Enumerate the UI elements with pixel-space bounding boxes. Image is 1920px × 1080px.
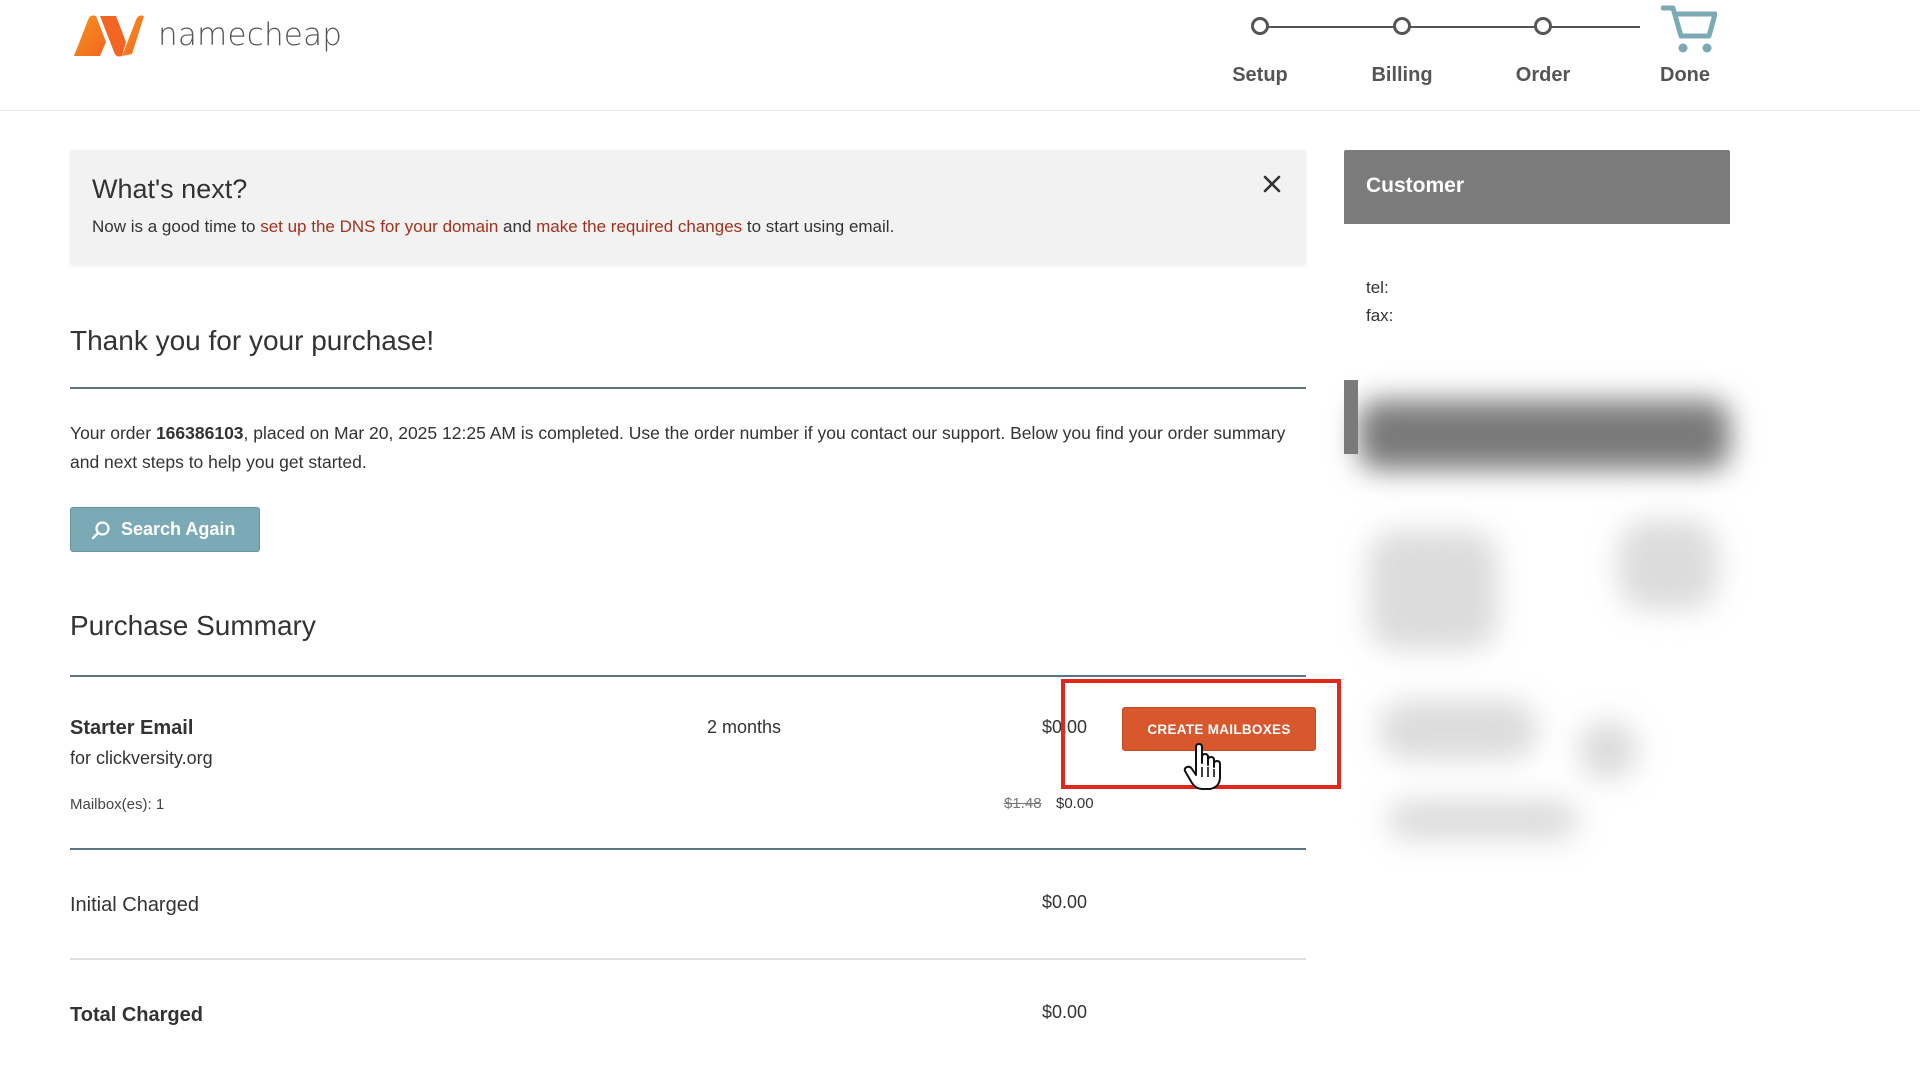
blurred-block (1618, 520, 1718, 610)
step-dot (1393, 17, 1411, 35)
close-icon[interactable] (1260, 172, 1284, 196)
blurred-block (1368, 530, 1498, 650)
logo-text: namecheap (158, 17, 343, 53)
step-label: Order (1515, 64, 1571, 86)
blurred-block (1578, 720, 1638, 780)
cart-icon (1661, 5, 1717, 53)
blurred-block (1388, 800, 1578, 840)
namecheap-logo-icon (74, 15, 144, 57)
search-again-label: Search Again (121, 519, 236, 539)
thank-you-heading: Thank you for your purchase! (70, 325, 1306, 389)
customer-details: tel: fax: (1344, 224, 1730, 350)
order-number: 166386103 (155, 423, 244, 443)
total-charged-label: Total Charged (70, 1004, 203, 1026)
item-mailbox-count: Mailbox(es): 1 (70, 796, 165, 813)
whats-next-text: Now is a good time to set up the DNS for… (92, 217, 1284, 237)
order-confirmation-text: Your order 166386103, placed on Mar 20, … (70, 419, 1306, 477)
item-price: $0.00 (1042, 717, 1088, 737)
item-new-price: $0.00 (1056, 795, 1094, 812)
initial-charged-value: $0.00 (1042, 892, 1088, 912)
whats-next-text-3: to start using email. (742, 217, 895, 236)
whats-next-text-2: and (498, 217, 537, 236)
namecheap-logo[interactable]: namecheap (70, 12, 342, 58)
customer-title: Customer (1344, 150, 1730, 224)
item-old-price: $1.48 (1004, 795, 1042, 812)
item-name: Starter Email (70, 717, 194, 739)
search-again-button[interactable]: Search Again (70, 507, 260, 552)
step-label: Setup (1232, 64, 1288, 86)
checkout-progress: Setup Billing Order Done (1200, 0, 1720, 100)
blurred-panel-edge (1344, 380, 1358, 454)
step-label: Done (1660, 64, 1710, 86)
item-domain: for clickversity.org (70, 748, 213, 768)
hand-pointer-cursor-icon (1183, 743, 1221, 790)
main-content: What's next? Now is a good time to set u… (70, 150, 1341, 1070)
fax-label: fax: (1366, 306, 1394, 325)
order-suffix: , placed on Mar 20, 2025 12:25 AM is com… (70, 423, 1286, 472)
item-period: 2 months (707, 717, 782, 737)
customer-sidebar: Customer tel: fax: (1344, 150, 1730, 840)
blurred-content (1358, 380, 1730, 860)
order-prefix: Your order (70, 423, 156, 443)
step-label: Billing (1371, 64, 1433, 86)
blurred-header (1358, 400, 1730, 470)
total-charged-row: Total Charged $0.00 (70, 960, 1306, 1070)
purchase-summary-heading: Purchase Summary (70, 610, 1306, 677)
whats-next-panel: What's next? Now is a good time to set u… (70, 150, 1306, 265)
search-icon (91, 520, 110, 539)
summary-item-starter-email: Starter Email for clickversity.org Mailb… (70, 677, 1341, 850)
step-dot (1251, 17, 1269, 35)
total-charged-value: $0.00 (1042, 1002, 1088, 1022)
whats-next-title: What's next? (92, 174, 248, 204)
header: namecheap Setup Billing Order Done (0, 0, 1920, 111)
initial-charged-label: Initial Charged (70, 894, 199, 916)
step-dot (1534, 17, 1552, 35)
blurred-block (1378, 700, 1538, 760)
required-changes-link[interactable]: make the required changes (536, 217, 742, 236)
whats-next-text-1: Now is a good time to (92, 217, 261, 236)
progress-line (1260, 26, 1640, 28)
initial-charged-row: Initial Charged $0.00 (70, 850, 1306, 960)
tel-label: tel: (1366, 278, 1389, 297)
dns-setup-link[interactable]: set up the DNS for your domain (260, 217, 498, 236)
